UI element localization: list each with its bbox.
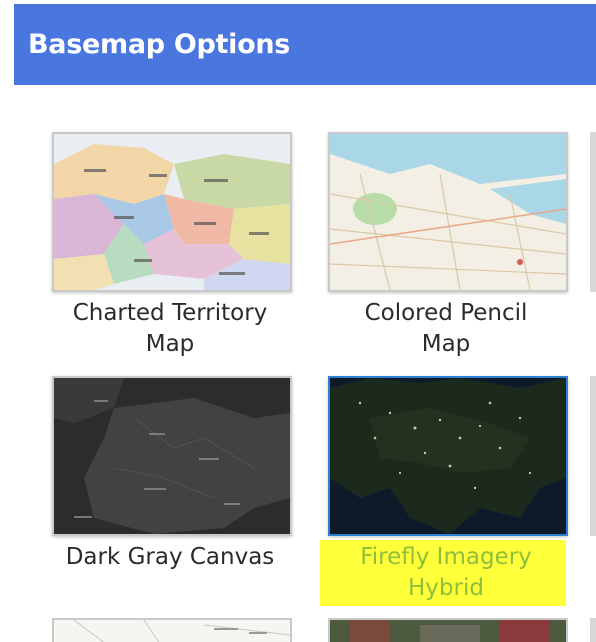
basemap-thumbnail-partial-left[interactable]: [52, 618, 292, 642]
next-column-edge: [590, 132, 596, 292]
basemap-label-line2: Hybrid: [408, 575, 484, 601]
basemap-options-panel: Basemap Options Charted Territory Map Co…: [0, 0, 596, 642]
basemap-thumbnail-charted-territory[interactable]: [52, 132, 292, 292]
basemap-thumbnail-partial-right[interactable]: [328, 618, 568, 642]
basemap-thumbnail-dark-gray-canvas[interactable]: [52, 376, 292, 536]
basemap-label-colored-pencil: Colored Pencil Map: [318, 298, 574, 360]
basemap-label-dark-gray-canvas: Dark Gray Canvas: [42, 542, 298, 573]
basemap-label-line1: Colored Pencil: [364, 300, 528, 326]
panel-header: Basemap Options: [14, 4, 596, 85]
basemap-label-line2: Map: [145, 331, 195, 357]
basemap-label-charted-territory: Charted Territory Map: [42, 298, 298, 360]
basemap-label-line1: Charted Territory: [72, 300, 268, 326]
next-column-edge: [590, 618, 596, 642]
panel-title: Basemap Options: [28, 29, 291, 60]
basemap-label-line1: Dark Gray Canvas: [65, 544, 275, 570]
next-column-edge: [590, 376, 596, 536]
basemap-thumbnail-firefly-imagery-hybrid[interactable]: [328, 376, 568, 536]
basemap-label-line2: Map: [421, 331, 471, 357]
basemap-thumbnail-colored-pencil[interactable]: [328, 132, 568, 292]
basemap-label-firefly-imagery-hybrid: Firefly Imagery Hybrid: [318, 542, 574, 604]
basemap-label-line1: Firefly Imagery: [360, 544, 532, 570]
